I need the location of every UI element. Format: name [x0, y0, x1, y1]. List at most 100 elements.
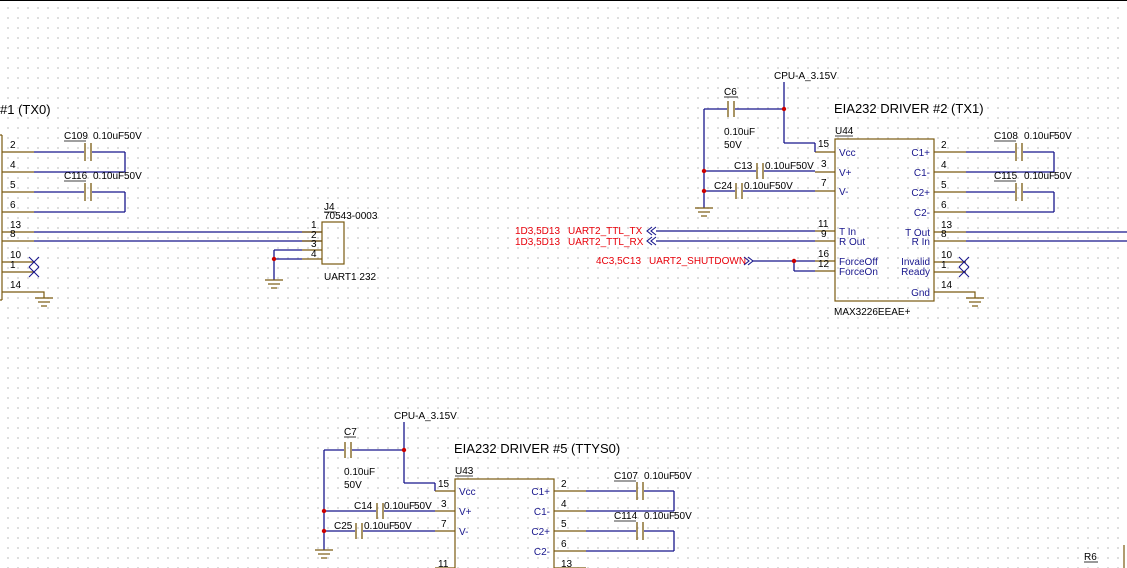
driver1-pin-num: 2	[10, 140, 16, 151]
power-net-label: CPU-A_3.15V	[394, 411, 457, 422]
c25-ref: C25	[334, 521, 353, 532]
ground-icon	[966, 291, 984, 307]
c114-ref: C114	[614, 511, 638, 522]
u44-pin-num: 6	[941, 200, 947, 211]
net-rx-name: UART2_TTL_RX	[568, 237, 644, 248]
c108-ref: C108	[994, 131, 1018, 142]
driver1-body-edge	[0, 134, 3, 301]
u43-ref: U43	[455, 466, 474, 477]
net-tx-name: UART2_TTL_TX	[568, 226, 643, 237]
c6-ref: C6	[724, 87, 737, 98]
u44-pin-num: 3	[821, 159, 827, 170]
j4-label: UART1 232	[324, 272, 377, 283]
c109-ref: C109	[64, 131, 88, 142]
j4-pin-num: 4	[311, 249, 317, 260]
no-connect-icon	[28, 256, 40, 278]
ground-icon	[315, 549, 333, 559]
c115-voltage: 50V	[1054, 171, 1072, 182]
u44-pin-num: 8	[941, 229, 947, 240]
u44-pin-num: 5	[941, 180, 947, 191]
c114-voltage: 50V	[674, 511, 692, 522]
u44-pin-name: C1+	[911, 148, 930, 159]
capacitor-c114[interactable]	[586, 522, 675, 552]
c7-value: 0.10uF	[344, 467, 375, 478]
u43-pin-name: V+	[459, 507, 472, 518]
u44-pin-num: 14	[941, 280, 953, 291]
c107-voltage: 50V	[674, 471, 692, 482]
c6-voltage: 50V	[724, 140, 742, 151]
c115-value: 0.10uF	[1024, 171, 1055, 182]
u44-pin-name: Vcc	[839, 148, 856, 159]
u44-ref: U44	[835, 126, 854, 137]
j4-part: 70543-0003	[324, 211, 378, 222]
connector-j4[interactable]	[302, 221, 345, 265]
wire-shutdown	[753, 258, 815, 272]
u43-pin-num: 7	[441, 519, 447, 530]
u44-pin-name: R Out	[839, 237, 865, 248]
c107-value: 0.10uF	[644, 471, 675, 482]
c116-voltage: 50V	[124, 171, 142, 182]
power-port-icon	[783, 82, 815, 144]
u44-pin-num: 9	[821, 229, 827, 240]
capacitor-c108[interactable]	[966, 143, 1055, 173]
c14-value: 0.10uF	[384, 501, 415, 512]
driver1-pin-num: 8	[10, 229, 16, 240]
u43-pin-name: C1-	[534, 507, 550, 518]
power-port-icon	[403, 422, 436, 491]
c7-voltage: 50V	[344, 480, 362, 491]
c24-ref: C24	[714, 181, 733, 192]
u44-pin-name: C2-	[914, 208, 930, 219]
capacitor-c109[interactable]	[34, 143, 126, 173]
c115-ref: C115	[994, 171, 1018, 182]
net-tx-ref: 1D3,5D13	[515, 226, 560, 237]
u44-pin-name: C1-	[914, 168, 930, 179]
no-connect-icon	[958, 256, 970, 278]
u44-pin-name: Ready	[901, 267, 930, 278]
c109-voltage: 50V	[124, 131, 142, 142]
u44-pin-num: 7	[821, 178, 827, 189]
u44-pin-name: R In	[912, 237, 930, 248]
net-rx-ref: 1D3,5D13	[515, 237, 560, 248]
driver5-title: EIA232 DRIVER #5 (TTYS0)	[454, 441, 620, 456]
driver2-title: EIA232 DRIVER #2 (TX1)	[834, 101, 984, 116]
u44-pin-num: 4	[941, 160, 947, 171]
ground-icon	[34, 291, 53, 307]
c14-ref: C14	[354, 501, 373, 512]
capacitor-c107[interactable]	[586, 482, 675, 512]
schematic-canvas: #1 (TX0) 2 4 5 6 13 8 10 1 14 C109 0.10u…	[0, 0, 1127, 568]
c6-value: 0.10uF	[724, 127, 755, 138]
u44-pin-name: C2+	[911, 188, 930, 199]
c116-value: 0.10uF	[93, 171, 124, 182]
u44-pin-name: Gnd	[911, 288, 930, 299]
u44-pin-num: 15	[818, 139, 830, 150]
net-shutdown-ref: 4C3,5C13	[596, 256, 641, 267]
capacitor-c7[interactable]	[323, 442, 407, 550]
capacitor-c116[interactable]	[34, 183, 126, 213]
u43-pin-num: 2	[561, 479, 567, 490]
u43-right-pins	[554, 490, 586, 568]
u43-pin-num: 11	[438, 559, 449, 568]
u43-pin-num: 6	[561, 539, 567, 550]
u44-pin-name: V+	[839, 168, 852, 179]
driver1-pin-num: 14	[10, 280, 22, 291]
j4-ground-wire	[271, 249, 302, 280]
c25-voltage: 50V	[394, 521, 412, 532]
c109-value: 0.10uF	[93, 131, 124, 142]
u43-pin-name: Vcc	[459, 487, 476, 498]
c24-voltage: 50V	[775, 181, 793, 192]
c7-ref: C7	[344, 427, 357, 438]
u43-pin-name: C2-	[534, 547, 550, 558]
u44-pin-num: 12	[818, 259, 830, 270]
u44-pin-name: V-	[839, 187, 848, 198]
u44-pin-num: 1	[941, 260, 947, 271]
c108-voltage: 50V	[1054, 131, 1072, 142]
driver1-pin-num: 4	[10, 160, 16, 171]
capacitor-c115[interactable]	[966, 183, 1055, 213]
u43-pin-name: V-	[459, 527, 468, 538]
power-net-label: CPU-A_3.15V	[774, 71, 837, 82]
r6-ref: R6	[1084, 552, 1097, 563]
c114-value: 0.10uF	[644, 511, 675, 522]
net-shutdown-name: UART2_SHUTDOWN	[649, 256, 746, 267]
ground-icon	[695, 207, 713, 217]
c107-ref: C107	[614, 471, 638, 482]
